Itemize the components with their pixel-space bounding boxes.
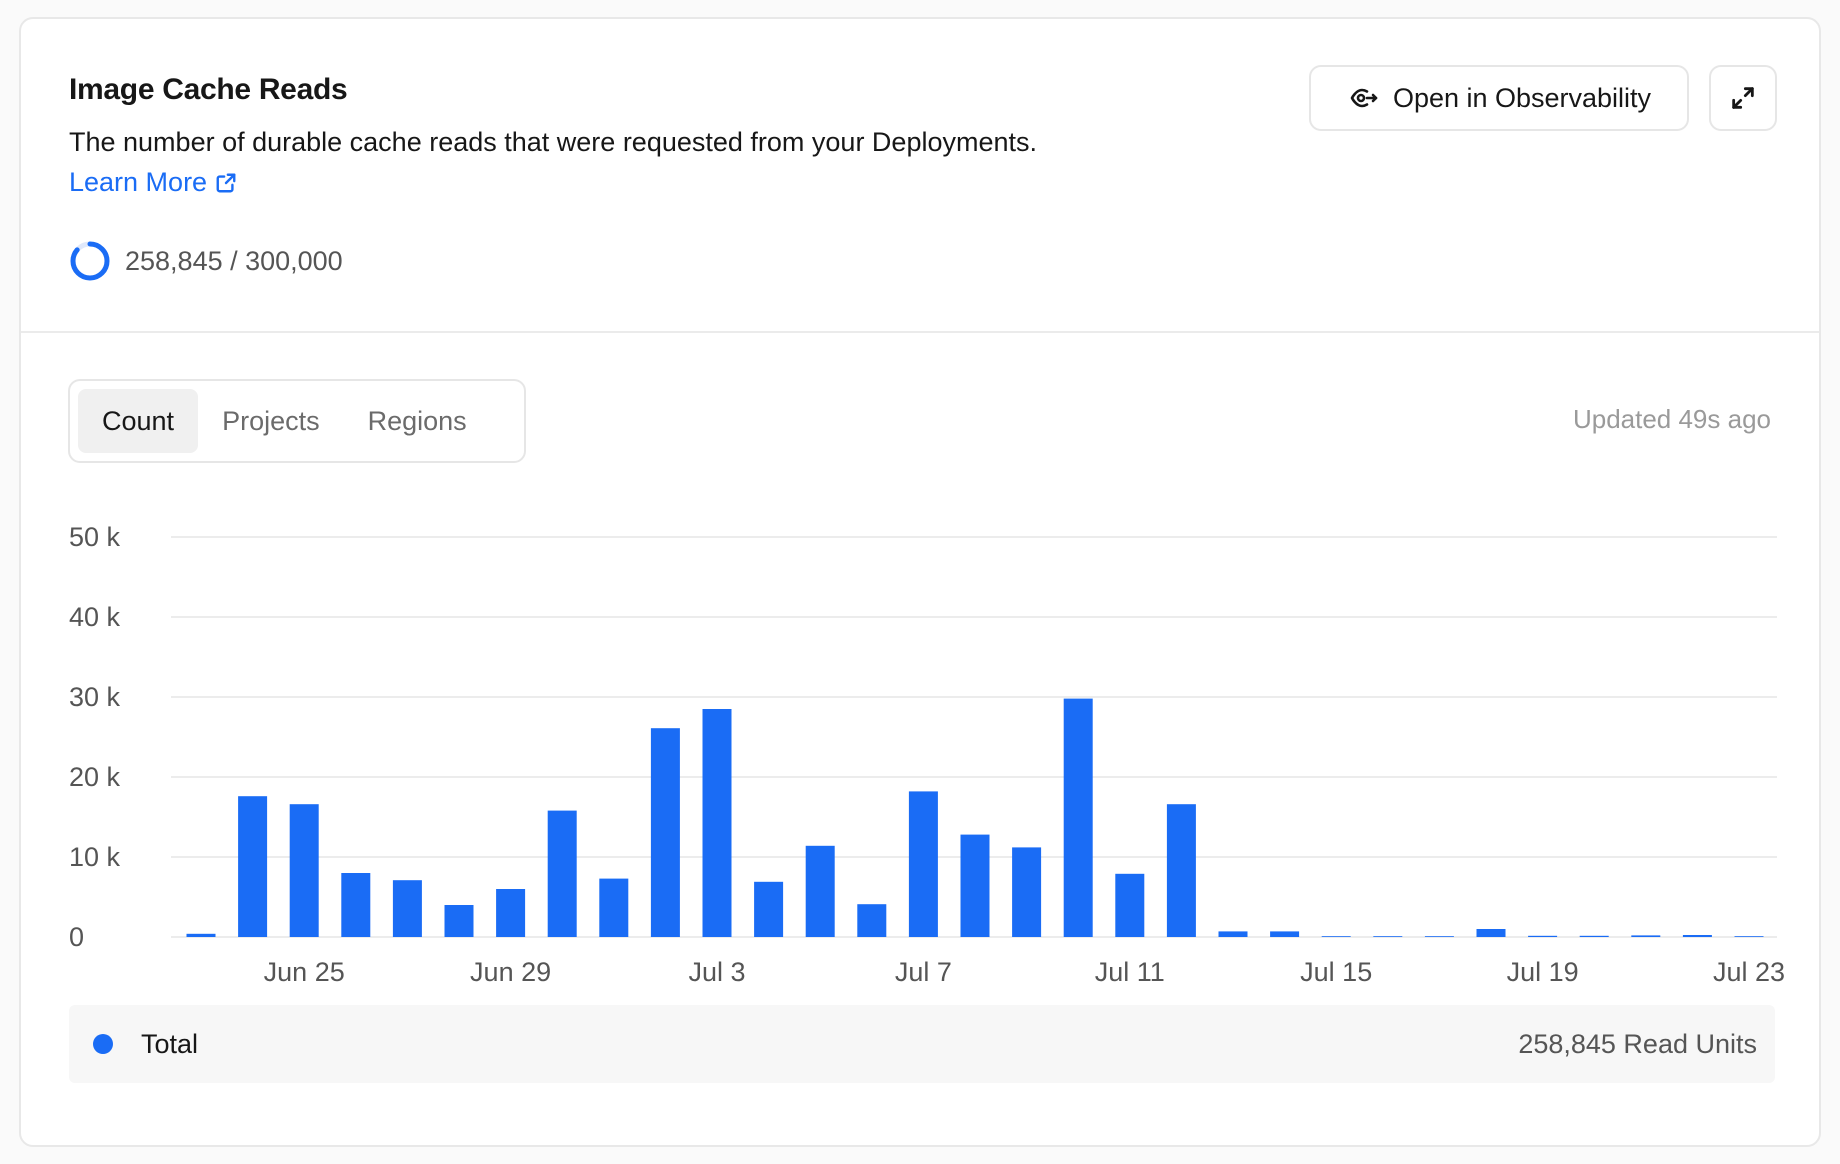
bar[interactable] (805, 845, 835, 937)
x-tick-label: Jul 15 (1300, 957, 1372, 987)
usage-progress-ring (70, 241, 110, 281)
x-tick-label: Jul 11 (1095, 957, 1165, 987)
y-tick-label: 10 k (69, 842, 121, 872)
x-tick-label: Jun 29 (470, 957, 551, 987)
card-description: The number of durable cache reads that w… (69, 127, 1038, 157)
bar[interactable] (1579, 935, 1609, 937)
observability-eye-icon (1350, 88, 1378, 108)
usage-text: 258,845 / 300,000 (125, 245, 343, 276)
tab-count[interactable]: Count (78, 389, 199, 453)
y-tick-label: 50 k (69, 522, 121, 552)
bar[interactable] (908, 791, 938, 937)
card-title: Image Cache Reads (69, 73, 348, 106)
bar[interactable] (1476, 929, 1506, 937)
x-tick-label: Jul 7 (895, 957, 952, 987)
y-tick-label: 0 (69, 922, 84, 952)
x-tick-label: Jul 23 (1713, 957, 1785, 987)
bar[interactable] (599, 878, 629, 937)
x-tick-label: Jul 19 (1507, 957, 1579, 987)
bar[interactable] (289, 804, 319, 937)
x-tick-label: Jul 3 (688, 957, 745, 987)
bar[interactable] (1682, 935, 1712, 937)
bar[interactable] (1166, 804, 1196, 937)
bar[interactable] (702, 709, 732, 937)
updated-timestamp: Updated 49s ago (1572, 404, 1771, 434)
bar[interactable] (238, 796, 268, 937)
legend-series-dot (93, 1034, 113, 1054)
bar[interactable] (857, 904, 887, 937)
bar[interactable] (186, 933, 216, 937)
expand-icon (1732, 87, 1754, 109)
legend-series-label: Total (141, 1028, 199, 1059)
bar[interactable] (1734, 936, 1764, 937)
bar[interactable] (1115, 873, 1145, 937)
x-tick-label: Jun 25 (264, 957, 345, 987)
bar[interactable] (496, 889, 526, 937)
bar[interactable] (1270, 931, 1300, 937)
bar[interactable] (1631, 935, 1661, 937)
expand-button[interactable] (1709, 65, 1777, 131)
bar[interactable] (341, 873, 371, 937)
bar[interactable] (1373, 936, 1403, 937)
tab-regions[interactable]: Regions (344, 389, 491, 453)
y-tick-label: 20 k (69, 762, 121, 792)
bar[interactable] (650, 728, 680, 937)
section-divider (21, 331, 1819, 333)
bar[interactable] (1321, 936, 1351, 937)
bar[interactable] (1063, 698, 1093, 937)
bar[interactable] (1218, 931, 1248, 937)
learn-more-link[interactable]: Learn More (69, 167, 237, 198)
usage-summary: 258,845 / 300,000 (69, 240, 343, 282)
bar[interactable] (754, 881, 784, 937)
bar[interactable] (547, 810, 577, 937)
bar[interactable] (1528, 935, 1558, 937)
bar[interactable] (392, 880, 422, 937)
bar[interactable] (1012, 847, 1042, 937)
bar[interactable] (960, 834, 990, 937)
y-tick-label: 40 k (69, 602, 121, 632)
bar[interactable] (444, 905, 474, 937)
chart-legend: Total 258,845 Read Units (69, 1005, 1775, 1083)
image-cache-reads-card: Image Cache Reads The number of durable … (19, 17, 1821, 1147)
external-link-icon (216, 173, 236, 192)
open-in-observability-label: Open in Observability (1392, 82, 1652, 113)
y-tick-label: 30 k (69, 682, 121, 712)
learn-more-label: Learn More (69, 167, 208, 197)
open-in-observability-button[interactable]: Open in Observability (1309, 65, 1689, 131)
legend-total-value: 258,845 Read Units (1518, 1028, 1757, 1059)
tab-projects[interactable]: Projects (198, 389, 344, 453)
reads-bar-chart: 0 10 k 20 k 30 k 40 k 50 k Jun 25 Jun 29 Jul 3 Ju… (69, 522, 1785, 987)
view-tabs: Count Projects Regions (68, 379, 526, 463)
bar[interactable] (1424, 936, 1454, 937)
